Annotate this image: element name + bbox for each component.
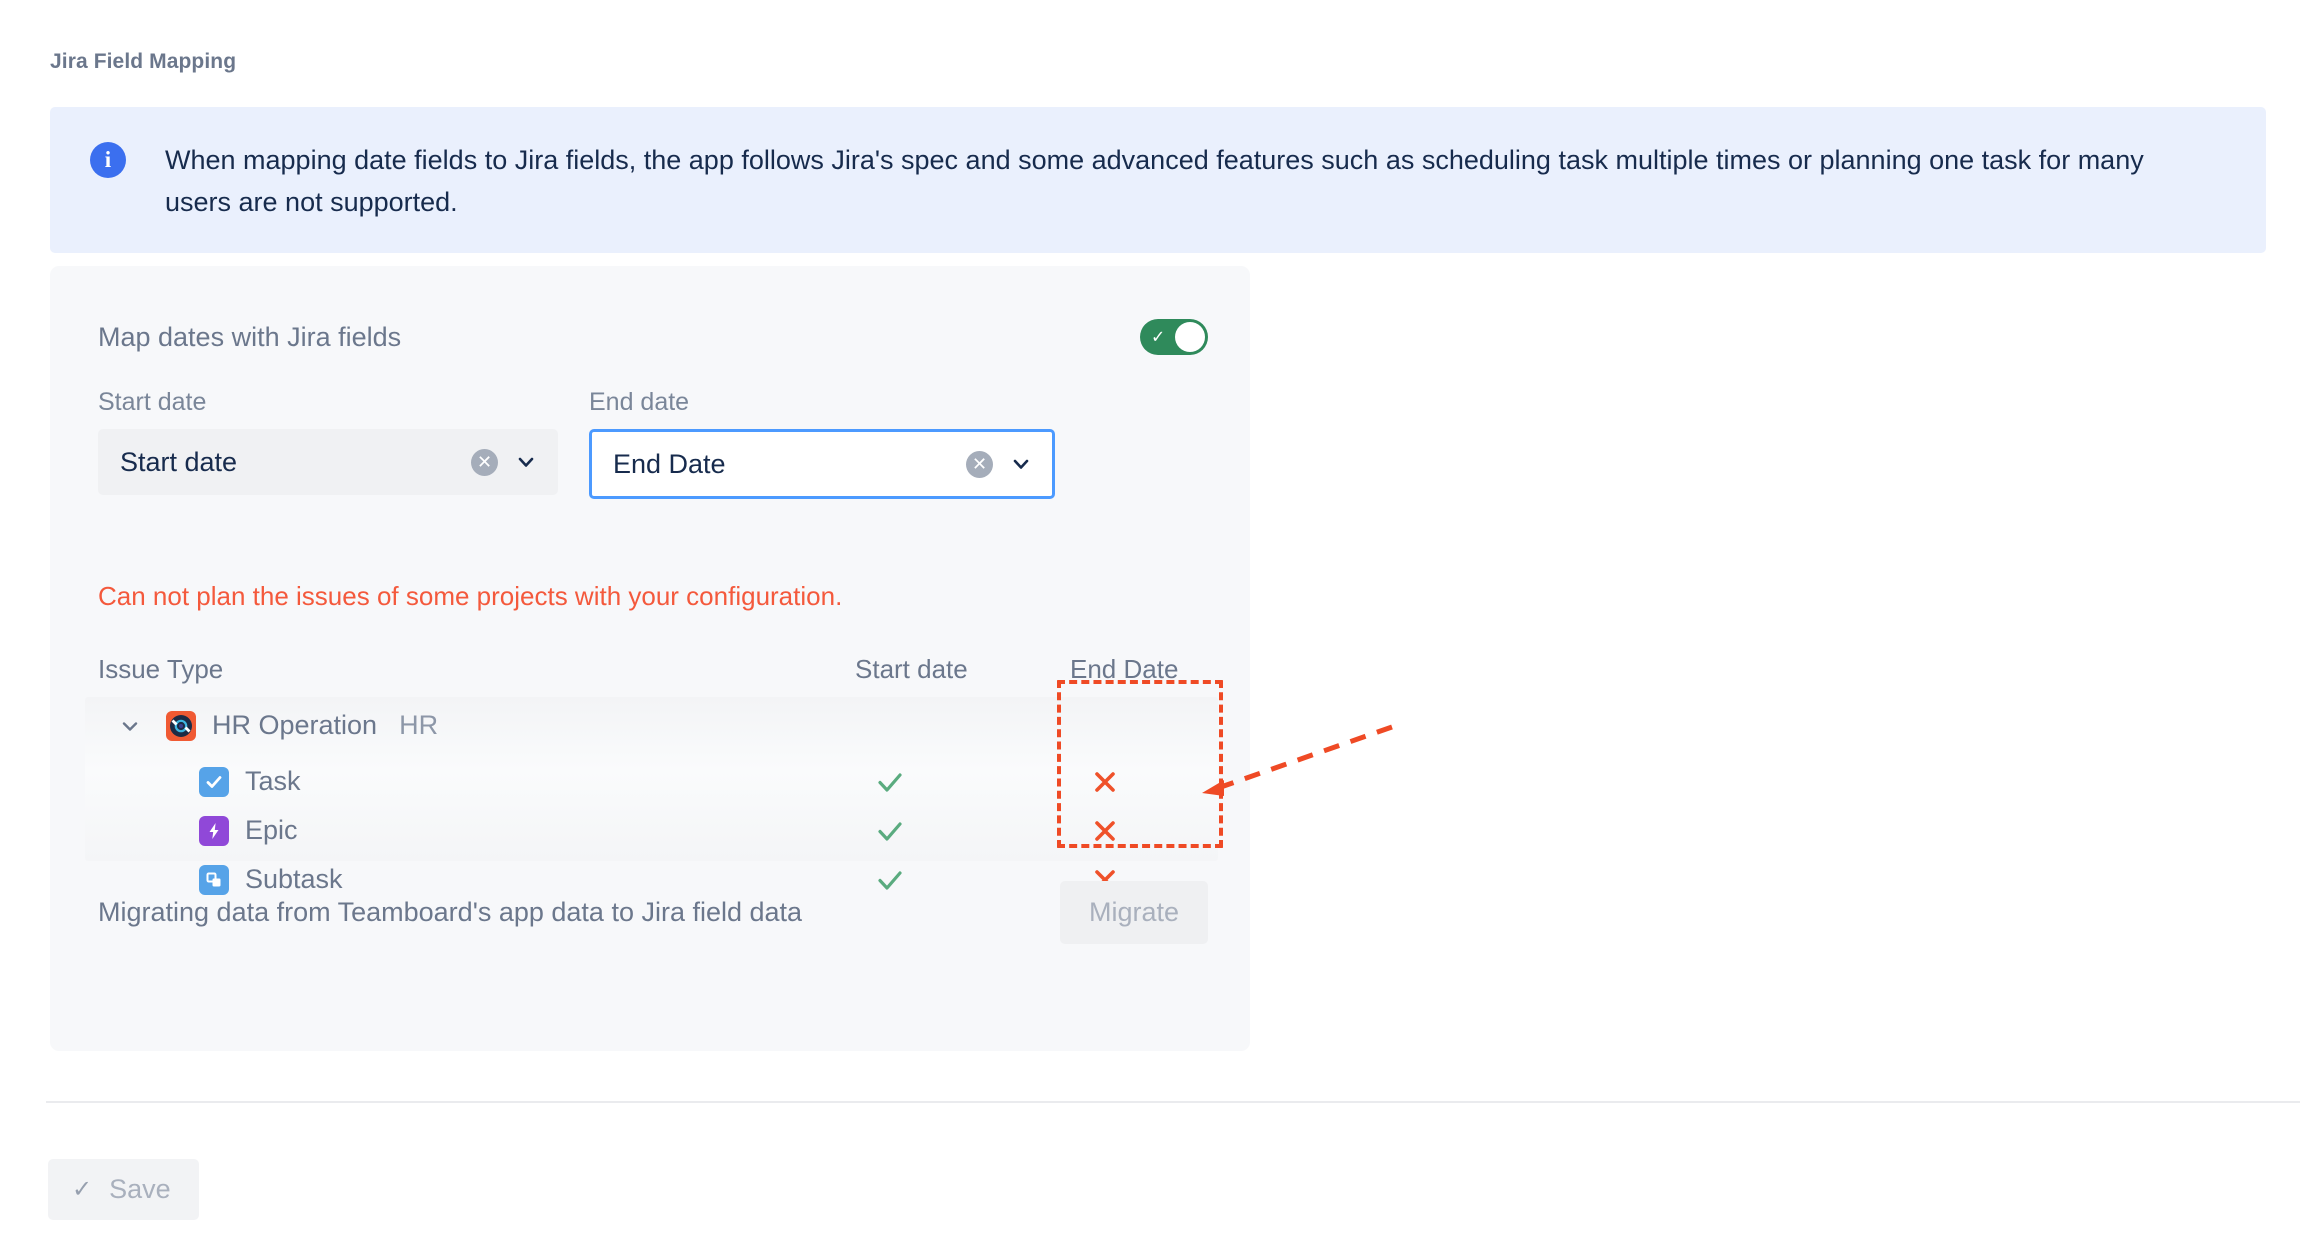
end-date-cross-icon — [1085, 765, 1125, 798]
table-row[interactable]: Epic — [85, 814, 1218, 847]
issue-type-name: Task — [245, 766, 301, 796]
table-row[interactable]: Task — [85, 765, 1218, 798]
configuration-error-message: Can not plan the issues of some projects… — [98, 581, 843, 611]
start-date-label: Start date — [98, 388, 207, 416]
toggle-knob — [1175, 322, 1205, 352]
end-date-label: End date — [589, 388, 690, 416]
start-date-chevron-down-icon[interactable] — [514, 450, 538, 474]
end-date-field-group: End date End Date ✕ — [589, 388, 1055, 499]
issue-type-table-body: HR Operation HR Task Epic Subtask — [85, 697, 1218, 895]
task-check-icon — [199, 766, 229, 797]
issue-type-table-header: Issue Type Start date End Date — [98, 654, 1208, 688]
end-date-select[interactable]: End Date ✕ — [589, 429, 1055, 499]
issue-type-name: Epic — [245, 815, 298, 845]
project-group-cell: HR Operation HR — [85, 709, 438, 742]
project-name: HR Operation — [212, 710, 378, 740]
column-header-end-date: End Date — [1070, 654, 1179, 684]
start-date-check-icon — [870, 765, 910, 798]
info-banner: i When mapping date fields to Jira field… — [50, 107, 2266, 253]
toggle-check-icon: ✓ — [1151, 327, 1166, 347]
jira-field-mapping-card: Map dates with Jira fields ✓ Start date … — [50, 266, 1250, 1051]
issue-type-cell: Epic — [85, 814, 298, 847]
save-button-label: Save — [109, 1174, 171, 1204]
column-header-start-date: Start date — [855, 654, 968, 684]
map-dates-toggle[interactable]: ✓ — [1140, 319, 1208, 355]
map-dates-label: Map dates with Jira fields — [98, 321, 402, 352]
start-date-value: Start date — [120, 446, 238, 477]
vinyl-record-project-icon — [166, 710, 196, 741]
footer-divider — [46, 1101, 2300, 1103]
end-date-chevron-down-icon[interactable] — [1009, 452, 1033, 476]
project-key: HR — [399, 710, 439, 740]
start-date-field-group: Start date Start date ✕ — [98, 388, 558, 499]
start-date-select[interactable]: Start date ✕ — [98, 429, 558, 495]
info-banner-text: When mapping date fields to Jira fields,… — [165, 145, 2144, 217]
check-icon: ✓ — [72, 1175, 93, 1203]
column-header-issue-type: Issue Type — [98, 654, 224, 684]
start-date-clear-icon[interactable]: ✕ — [471, 448, 498, 476]
map-dates-toggle-row: Map dates with Jira fields ✓ — [98, 319, 1208, 355]
save-button[interactable]: ✓ Save — [48, 1159, 199, 1220]
expand-chevron-down-icon[interactable] — [118, 714, 142, 738]
info-icon: i — [90, 142, 126, 178]
migrate-button[interactable]: Migrate — [1059, 881, 1208, 944]
epic-bolt-icon — [199, 815, 229, 846]
date-field-selectors: Start date Start date ✕ End date End Dat… — [98, 388, 1055, 499]
table-row-project-group[interactable]: HR Operation HR — [85, 709, 1218, 742]
end-date-cross-icon — [1085, 814, 1125, 847]
end-date-clear-icon[interactable]: ✕ — [966, 450, 993, 478]
issue-type-cell: Task — [85, 765, 301, 798]
page-title: Jira Field Mapping — [50, 50, 237, 73]
start-date-check-icon — [870, 814, 910, 847]
migrate-description: Migrating data from Teamboard's app data… — [98, 897, 803, 927]
migrate-row: Migrating data from Teamboard's app data… — [98, 881, 1208, 944]
end-date-value: End Date — [613, 448, 726, 479]
